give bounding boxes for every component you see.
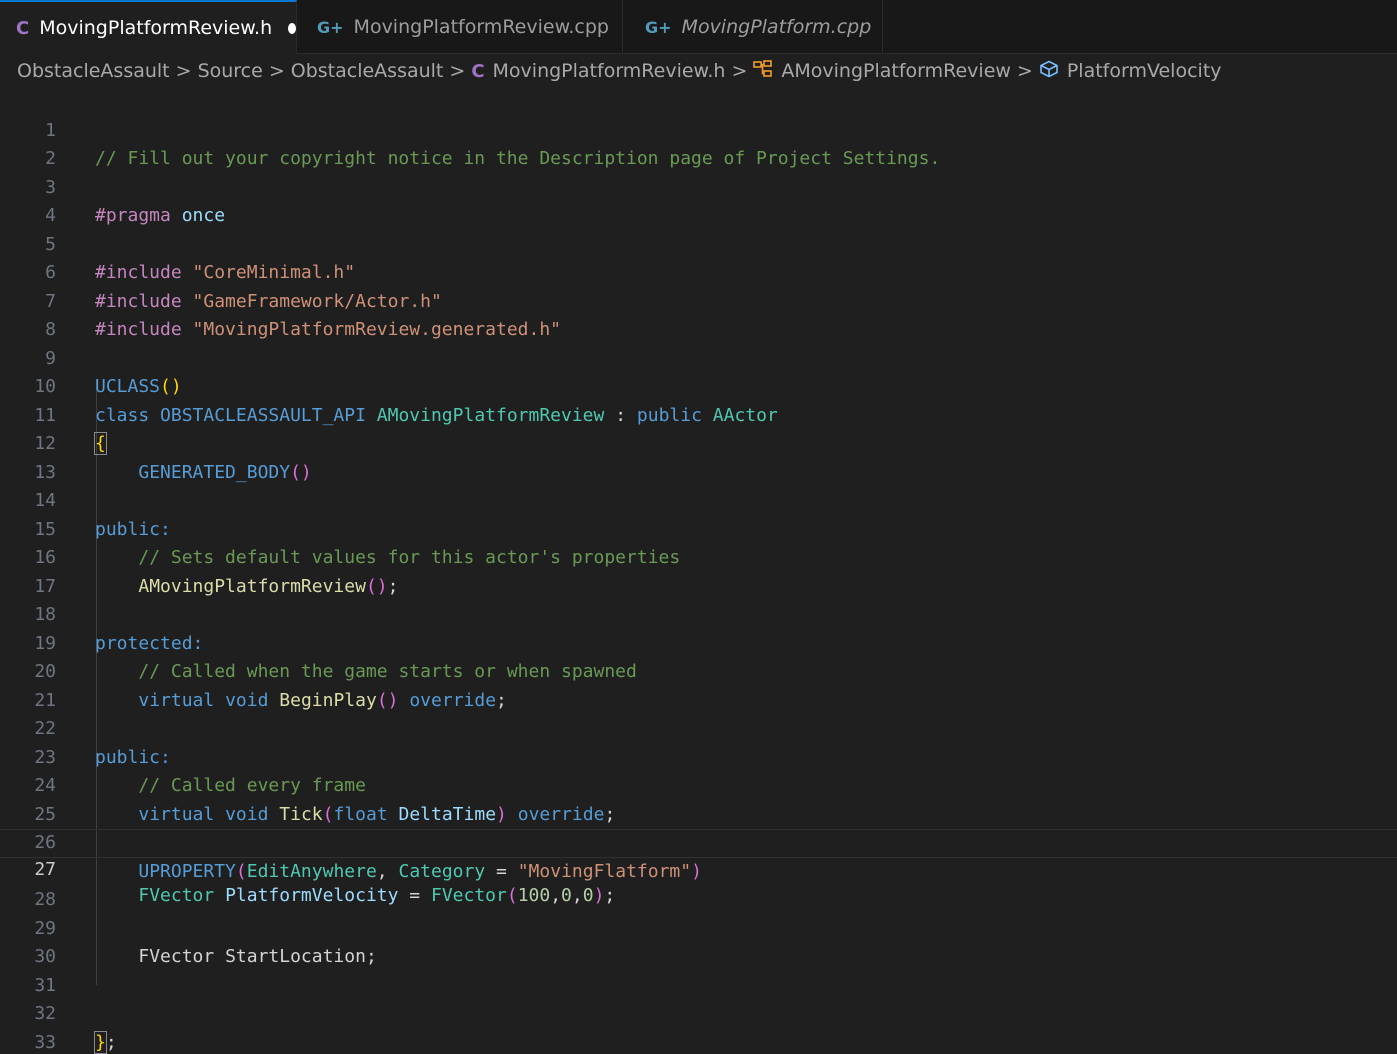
code-line[interactable]: 12 GENERATED_BODY() xyxy=(0,402,1397,483)
c-header-file-icon: C xyxy=(16,17,30,39)
c-header-file-icon: C xyxy=(471,60,485,82)
code-line-current[interactable]: 27 FVector PlatformVelocity = FVector(10… xyxy=(0,829,1397,906)
code-line[interactable]: 20 virtual void BeginPlay() override; xyxy=(0,630,1397,711)
code-line[interactable]: 30 xyxy=(0,915,1397,967)
code-line[interactable]: 23 // Called every frame xyxy=(0,715,1397,797)
code-line[interactable]: 7 #include "MovingPlatformReview.generat… xyxy=(0,259,1397,341)
code-line[interactable]: 13 xyxy=(0,430,1397,483)
tab-label: MovingPlatformReview.h xyxy=(39,17,273,39)
code-line[interactable]: 28 xyxy=(0,858,1397,910)
chevron-right-icon: > xyxy=(175,60,192,82)
code-line[interactable]: 3 #pragma once xyxy=(0,145,1397,227)
breadcrumb-folder-obstacleassault[interactable]: ObstacleAssault xyxy=(17,60,170,82)
code-line[interactable]: 9 UCLASS() xyxy=(0,316,1397,398)
code-line[interactable]: 26 UPROPERTY(EditAnywhere, Category = "M… xyxy=(0,801,1397,882)
matched-bracket: } xyxy=(94,1030,107,1054)
code-line[interactable]: 18 protected: xyxy=(0,573,1397,654)
code-token: ; xyxy=(105,1031,117,1053)
chevron-right-icon: > xyxy=(731,60,748,82)
code-line[interactable]: 2 xyxy=(0,117,1397,169)
code-line[interactable]: 19 // Called when the game starts or whe… xyxy=(0,601,1397,683)
tab-moving-platform-cpp[interactable]: G+ MovingPlatform.cpp xyxy=(623,0,883,54)
class-symbol-icon xyxy=(753,59,773,83)
unsaved-dot-icon[interactable] xyxy=(288,22,296,34)
code-line[interactable]: 6 #include "GameFramework/Actor.h" xyxy=(0,231,1397,312)
breadcrumb-class[interactable]: AMovingPlatformReview xyxy=(781,60,1011,82)
chevron-right-icon: > xyxy=(268,60,285,82)
line-number: 33 xyxy=(34,1031,56,1053)
breadcrumb-folder-obstacleassault-sub[interactable]: ObstacleAssault xyxy=(291,60,444,82)
code-line[interactable]: 14 public: xyxy=(0,459,1397,540)
breadcrumb: ObstacleAssault > Source > ObstacleAssau… xyxy=(0,54,1397,88)
code-line[interactable]: 8 xyxy=(0,288,1397,340)
editor-tab-bar: C MovingPlatformReview.h G+ MovingPlatfo… xyxy=(0,0,1397,54)
code-line[interactable]: 21 xyxy=(0,658,1397,711)
breadcrumb-field[interactable]: PlatformVelocity xyxy=(1067,60,1222,82)
code-line[interactable]: 32 }; xyxy=(0,972,1397,1054)
chevron-right-icon: > xyxy=(449,60,466,82)
code-line[interactable]: 10 class OBSTACLEASSAULT_API AMovingPlat… xyxy=(0,345,1397,426)
field-symbol-icon xyxy=(1039,60,1059,83)
cpp-file-icon: G+ xyxy=(645,17,672,37)
tab-moving-platform-review-h[interactable]: C MovingPlatformReview.h xyxy=(0,0,297,54)
tab-label: MovingPlatform.cpp xyxy=(681,16,872,38)
code-line[interactable]: 16 AMovingPlatformReview(); xyxy=(0,516,1397,597)
code-line[interactable]: 1 // Fill out your copyright notice in t… xyxy=(0,88,1397,170)
code-line[interactable]: 31 xyxy=(0,943,1397,996)
tab-label: MovingPlatformReview.cpp xyxy=(353,16,609,38)
cpp-file-icon: G+ xyxy=(317,17,344,37)
code-editor-window: C MovingPlatformReview.h G+ MovingPlatfo… xyxy=(0,0,1397,1054)
code-line[interactable]: 33 xyxy=(0,1000,1397,1053)
code-line[interactable]: 4 xyxy=(0,174,1397,226)
tab-moving-platform-review-cpp[interactable]: G+ MovingPlatformReview.cpp xyxy=(297,0,623,54)
code-line[interactable]: 15 // Sets default values for this actor… xyxy=(0,487,1397,569)
code-line[interactable]: 24 virtual void Tick(float DeltaTime) ov… xyxy=(0,744,1397,825)
code-line[interactable]: 25 xyxy=(0,772,1397,825)
code-line[interactable]: 11 { xyxy=(0,373,1397,455)
code-line[interactable]: 5 #include "CoreMinimal.h" xyxy=(0,202,1397,284)
chevron-right-icon: > xyxy=(1016,60,1033,82)
breadcrumb-folder-source[interactable]: Source xyxy=(198,60,263,82)
breadcrumb-file[interactable]: MovingPlatformReview.h xyxy=(493,60,726,82)
code-line[interactable]: 17 xyxy=(0,544,1397,597)
code-editor[interactable]: 1 // Fill out your copyright notice in t… xyxy=(0,88,1397,1054)
code-line[interactable]: 29 FVector StartLocation; xyxy=(0,886,1397,968)
code-line[interactable]: 22 public: xyxy=(0,687,1397,768)
